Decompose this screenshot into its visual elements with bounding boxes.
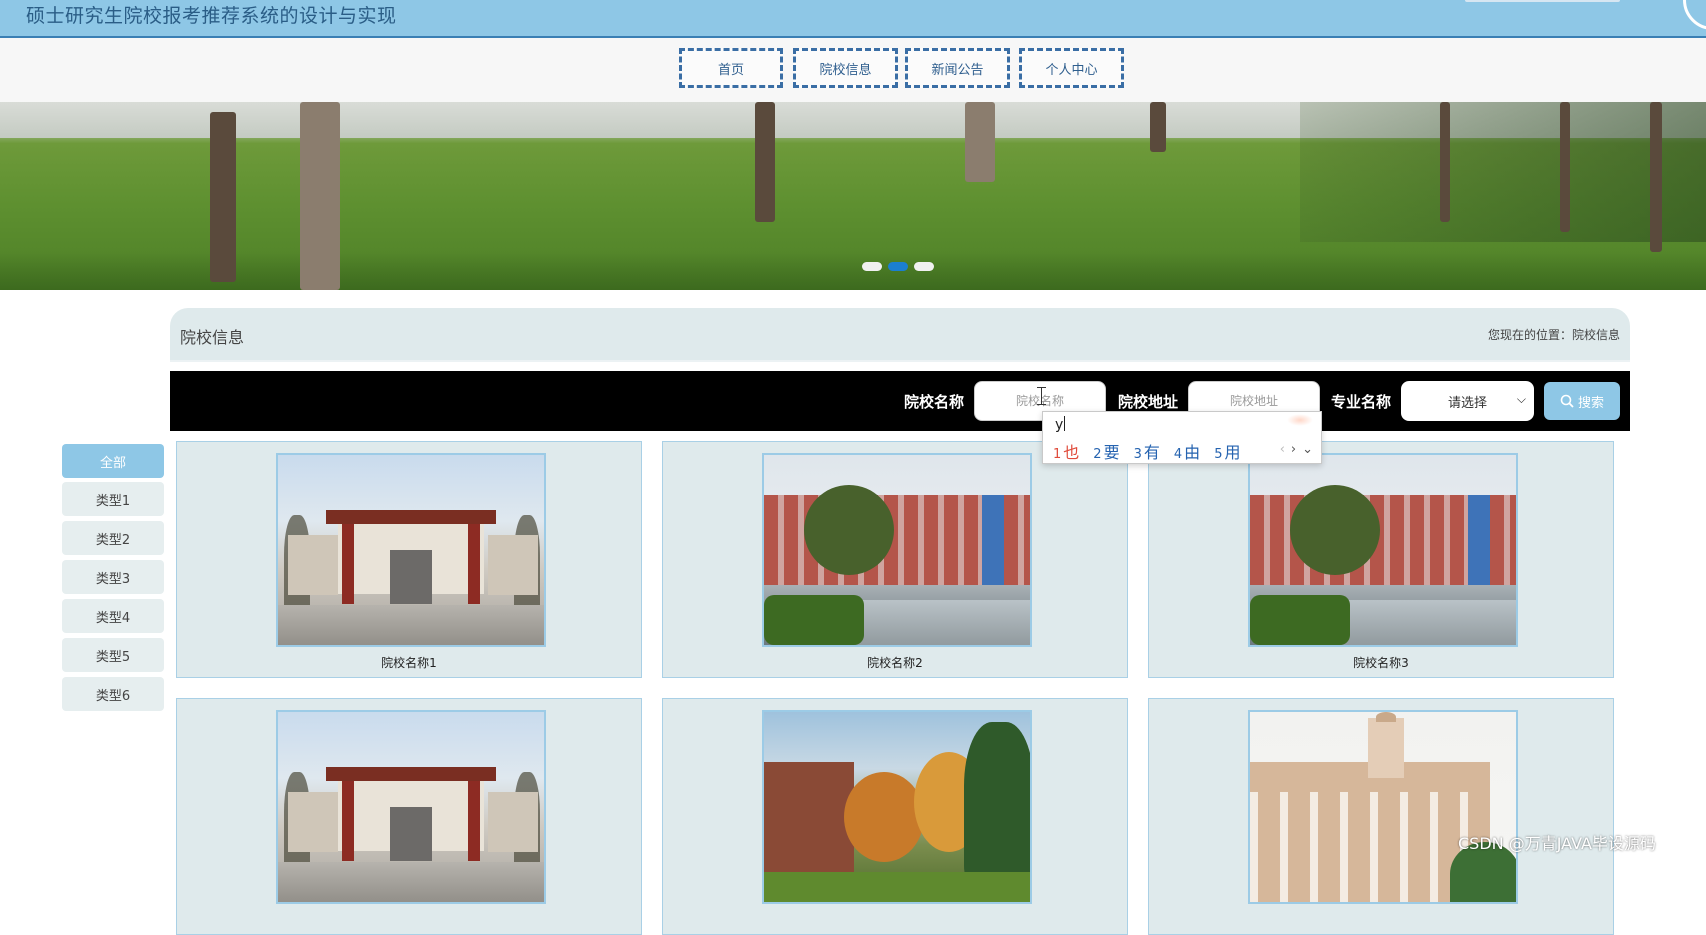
tree-trunk [1560,102,1570,232]
nav-personal-center[interactable]: 个人中心 [1019,48,1124,88]
sidebar-item-type3[interactable]: 类型3 [62,560,164,594]
nav-home[interactable]: 首页 [679,48,783,88]
school-photo[interactable] [762,710,1032,904]
banner-bamboo [1300,102,1706,242]
page-title: 院校信息 [180,328,245,347]
carousel-dot[interactable] [914,262,934,271]
post [965,102,995,182]
ime-candidate-list: 1也 2要 3有 4由 5用 [1053,439,1240,463]
search-button[interactable]: 搜索 [1544,382,1620,420]
major-label: 专业名称 [1331,393,1392,411]
school-name[interactable]: 院校名称1 [177,654,641,671]
ime-candidate[interactable]: 5用 [1214,439,1240,463]
sidebar-item-type6[interactable]: 类型6 [62,677,164,711]
watermark: CSDN @万青JAVA毕设源码 [1458,834,1656,853]
sidebar-item-type5[interactable]: 类型5 [62,638,164,672]
chevron-down-icon[interactable]: ⌄ [1302,442,1313,457]
chevron-down-icon: ⌵ [1516,392,1526,406]
tree-trunk [1440,102,1450,222]
sidebar-item-all[interactable]: 全部 [62,444,164,478]
ime-candidate[interactable]: 1也 [1053,439,1079,463]
carousel-dots [862,262,934,271]
chevron-left-icon[interactable]: ‹ [1280,442,1285,457]
sidebar-item-type2[interactable]: 类型2 [62,521,164,555]
school-photo[interactable] [1248,453,1518,647]
avatar[interactable] [1683,0,1706,30]
school-card[interactable] [176,698,642,935]
ime-typed-text: y [1055,417,1064,433]
search-bar: 院校名称 院校名称 院校地址 院校地址 专业名称 请选择 ⌵ 搜索 [170,371,1630,431]
school-photo[interactable] [762,453,1032,647]
ime-pager: ‹ › ⌄ [1280,442,1313,457]
chevron-right-icon[interactable]: › [1291,442,1296,457]
search-button-label: 搜索 [1577,395,1604,411]
nav-school-info[interactable]: 院校信息 [793,48,898,88]
carousel-dot-active[interactable] [888,262,908,271]
school-card[interactable]: 院校名称1 [176,441,642,678]
school-address-label: 院校地址 [1118,393,1179,411]
school-name-label: 院校名称 [904,393,965,411]
ime-skin-icon [1287,414,1313,426]
tree-trunk [755,102,775,222]
ime-candidate[interactable]: 2要 [1093,439,1119,463]
school-photo[interactable] [276,710,546,904]
school-name[interactable]: 院校名称3 [1149,654,1613,671]
ime-candidate[interactable]: 3有 [1134,439,1160,463]
sidebar-item-type4[interactable]: 类型4 [62,599,164,633]
school-card[interactable] [1148,698,1614,935]
breadcrumb: 您现在的位置：院校信息 [1487,328,1620,342]
header-user-bar[interactable] [1465,0,1620,2]
sidebar-item-type1[interactable]: 类型1 [62,482,164,516]
ime-candidate-popup: y 1也 2要 3有 4由 5用 ‹ › ⌄ [1042,411,1322,464]
school-card[interactable] [662,698,1128,935]
school-card[interactable]: 院校名称3 [1148,441,1614,678]
tree-trunk [1150,102,1166,152]
ime-candidate[interactable]: 4由 [1174,439,1200,463]
banner-shade [0,252,1706,290]
banner-carousel [0,102,1706,290]
major-select[interactable]: 请选择 ⌵ [1401,381,1534,421]
site-title: 硕士研究生院校报考推荐系统的设计与实现 [26,5,397,27]
tree-trunk [300,102,340,290]
school-photo[interactable] [1248,710,1518,904]
text-cursor-icon [1037,387,1046,405]
nav-news[interactable]: 新闻公告 [905,48,1010,88]
carousel-dot[interactable] [862,262,882,271]
nav-bar: 首页 院校信息 新闻公告 个人中心 [0,38,1706,102]
tree-trunk [210,112,236,282]
tree-trunk [1650,102,1662,252]
school-card[interactable]: 院校名称2 [662,441,1128,678]
section-header: 院校信息 您现在的位置：院校信息 [170,308,1630,362]
search-icon [1560,394,1574,408]
major-select-value: 请选择 [1447,395,1487,411]
site-header: 硕士研究生院校报考推荐系统的设计与实现 [0,0,1706,38]
school-photo[interactable] [276,453,546,647]
school-name[interactable]: 院校名称2 [663,654,1127,671]
